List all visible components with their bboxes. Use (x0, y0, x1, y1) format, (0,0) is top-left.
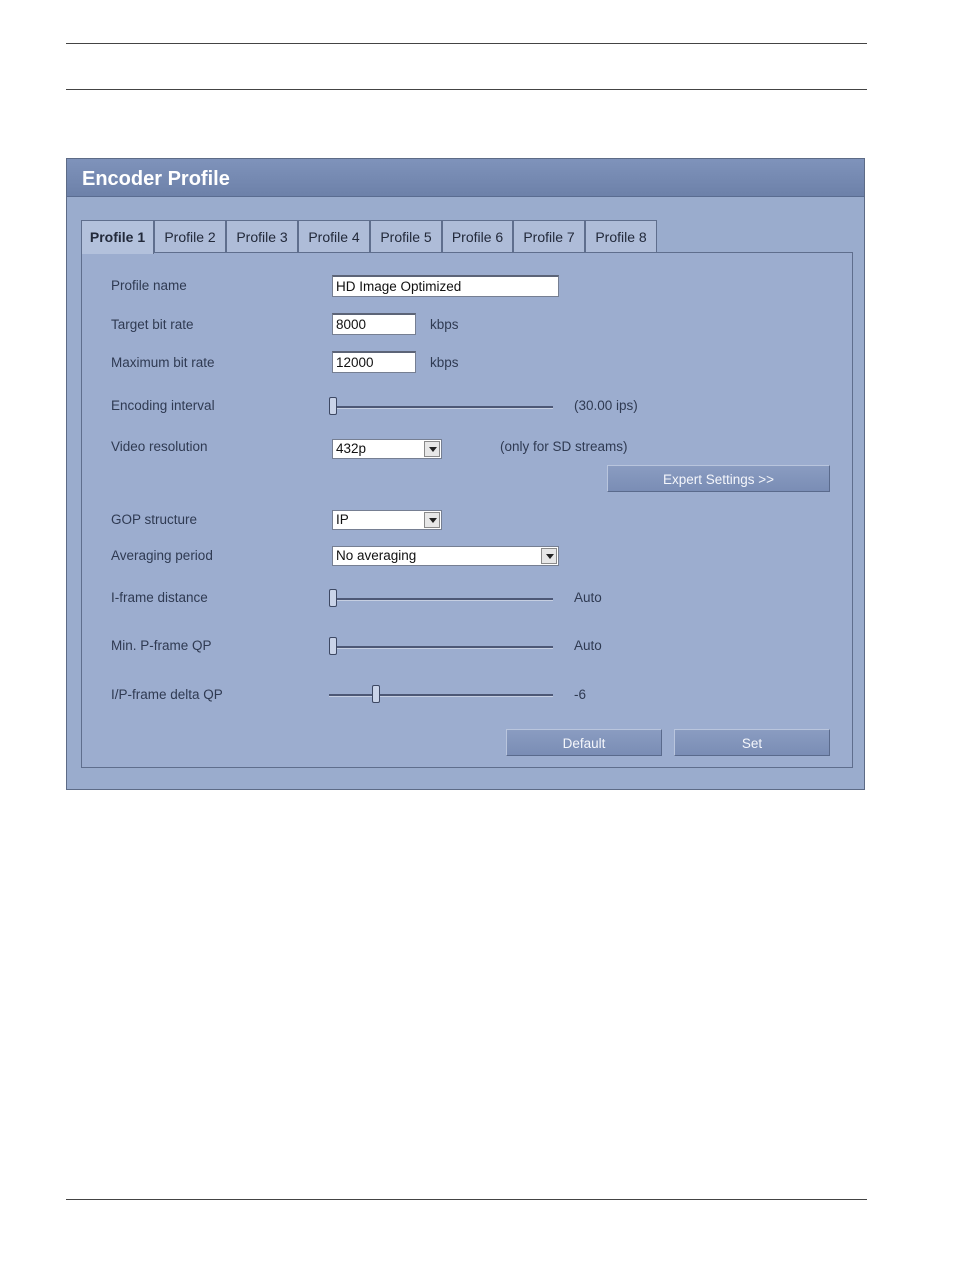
top-rule-2 (66, 89, 867, 90)
gop-structure-value: IP (336, 512, 349, 527)
bottom-rule (66, 1199, 867, 1200)
slider-track (329, 646, 553, 649)
min-pframe-qp-label: Min. P-frame QP (111, 638, 212, 653)
averaging-period-label: Averaging period (111, 548, 213, 563)
iframe-distance-slider[interactable] (329, 589, 553, 609)
gop-structure-select[interactable]: IP (332, 510, 442, 530)
video-resolution-value: 432p (336, 441, 367, 456)
set-button[interactable]: Set (674, 729, 830, 756)
slider-thumb[interactable] (329, 637, 337, 655)
chevron-down-icon[interactable] (541, 548, 557, 564)
gop-structure-label: GOP structure (111, 512, 198, 527)
expert-settings-button[interactable]: Expert Settings >> (607, 465, 830, 492)
slider-track (329, 694, 553, 697)
ip-delta-qp-label: I/P-frame delta QP (111, 687, 223, 702)
encoding-interval-label: Encoding interval (111, 398, 215, 413)
video-resolution-note: (only for SD streams) (500, 439, 628, 454)
iframe-distance-label: I-frame distance (111, 590, 208, 605)
slider-thumb[interactable] (329, 589, 337, 607)
panel-title: Encoder Profile (82, 168, 230, 190)
profile-name-field[interactable]: HD Image Optimized (332, 275, 559, 297)
slider-thumb[interactable] (372, 685, 380, 703)
tab-profile-2[interactable]: Profile 2 (154, 220, 226, 252)
slider-track (329, 598, 553, 601)
averaging-period-select[interactable]: No averaging (332, 546, 559, 566)
video-resolution-label: Video resolution (111, 439, 208, 454)
encoding-interval-readout: (30.00 ips) (574, 398, 638, 413)
profile-name-label: Profile name (111, 278, 187, 293)
ip-delta-qp-slider[interactable] (329, 685, 553, 705)
slider-thumb[interactable] (329, 397, 337, 415)
min-pframe-qp-readout: Auto (574, 638, 602, 653)
tab-profile-8[interactable]: Profile 8 (585, 220, 657, 252)
target-bit-rate-label: Target bit rate (111, 317, 194, 332)
chevron-down-icon[interactable] (424, 512, 440, 528)
tab-profile-6[interactable]: Profile 6 (442, 220, 513, 252)
tab-profile-5[interactable]: Profile 5 (370, 220, 442, 252)
default-button[interactable]: Default (506, 729, 662, 756)
maximum-bit-rate-field[interactable]: 12000 (332, 351, 416, 373)
slider-track (329, 406, 553, 409)
tab-profile-4[interactable]: Profile 4 (298, 220, 370, 252)
ip-delta-qp-readout: -6 (574, 687, 587, 702)
target-bit-rate-unit: kbps (430, 317, 459, 332)
maximum-bit-rate-unit: kbps (430, 355, 459, 370)
tab-profile-7[interactable]: Profile 7 (513, 220, 585, 252)
video-resolution-select[interactable]: 432p (332, 439, 442, 459)
top-rule-1 (66, 43, 867, 44)
encoding-interval-slider[interactable] (329, 397, 553, 417)
chevron-down-icon[interactable] (424, 441, 440, 457)
panel-header: Encoder Profile (67, 159, 864, 197)
averaging-period-value: No averaging (336, 548, 417, 563)
target-bit-rate-field[interactable]: 8000 (332, 313, 416, 335)
maximum-bit-rate-label: Maximum bit rate (111, 355, 215, 370)
encoder-profile-panel: Encoder Profile Profile 1 Profile 2 Prof… (66, 158, 865, 790)
tab-profile-3[interactable]: Profile 3 (226, 220, 298, 252)
tab-profile-1[interactable]: Profile 1 (81, 220, 154, 254)
iframe-distance-readout: Auto (574, 590, 602, 605)
min-pframe-qp-slider[interactable] (329, 637, 553, 657)
